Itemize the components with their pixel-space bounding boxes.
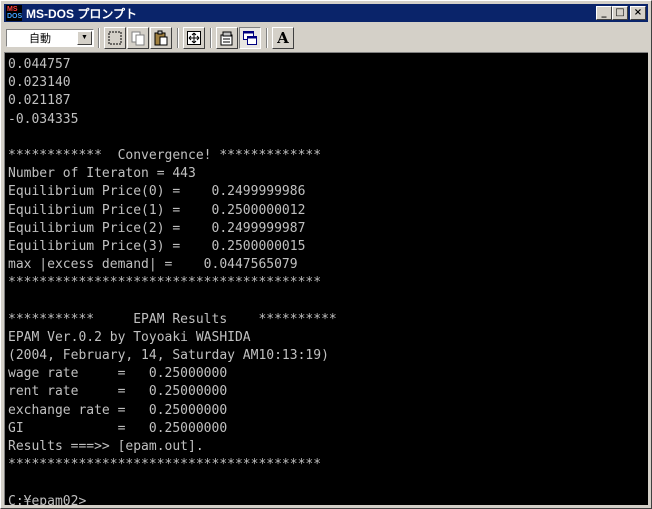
console-line: Equilibrium Price(0) = 0.2499999986 (8, 184, 306, 200)
console-lines: 0.044757 0.023140 0.021187 -0.034335 *******… (8, 56, 337, 505)
properties-button[interactable] (216, 27, 238, 49)
console-line: Results ===>> [epam.out]. (8, 438, 204, 454)
console-line: Equilibrium Price(3) = 0.2500000015 (8, 238, 306, 254)
title-buttons: _ □ × (596, 6, 646, 20)
console-line: Number of Iteraton = 443 (8, 166, 196, 182)
console-line: EPAM Ver.0.2 by Toyoaki WASHIDA (8, 329, 251, 345)
console-line: ************ Convergence! ************* (8, 147, 322, 163)
font-icon: A (277, 29, 289, 47)
console-line: max |excess demand| = 0.0447565079 (8, 257, 298, 273)
console-line: rent rate = 0.25000000 (8, 384, 228, 400)
console-line: **************************************** (8, 457, 322, 473)
copy-icon (131, 31, 145, 46)
msdos-window: MS DOS MS-DOS プロンプト _ □ × 自動 ▼ A 0.04475… (0, 0, 652, 509)
msdos-app-icon[interactable]: MS DOS (6, 5, 22, 21)
toolbar-separator (98, 28, 100, 48)
console-line: Equilibrium Price(1) = 0.2500000012 (8, 202, 306, 218)
chevron-down-icon[interactable]: ▼ (77, 31, 92, 45)
mark-icon (108, 31, 122, 45)
paste-button[interactable] (150, 27, 172, 49)
properties-icon (220, 31, 233, 46)
copy-button[interactable] (127, 27, 149, 49)
console-line: Equilibrium Price(2) = 0.2499999987 (8, 220, 306, 236)
maximize-button[interactable]: □ (612, 6, 628, 20)
font-size-value: 自動 (29, 32, 51, 45)
console-line: **************************************** (8, 275, 322, 291)
console-line: (2004, February, 14, Saturday AM10:13:19… (8, 348, 329, 363)
console-line: 0.021187 (8, 93, 71, 109)
console-line: GI = 0.25000000 (8, 420, 228, 436)
console-line: wage rate = 0.25000000 (8, 366, 228, 382)
font-size-select[interactable]: 自動 ▼ (6, 29, 94, 47)
fullscreen-button[interactable] (183, 27, 205, 49)
console-line: -0.034335 (8, 111, 79, 127)
paste-icon (154, 30, 168, 46)
background-button[interactable] (239, 27, 261, 49)
title-bar[interactable]: MS DOS MS-DOS プロンプト _ □ × (4, 4, 648, 22)
toolbar-separator (177, 28, 179, 48)
console-line: exchange rate = 0.25000000 (8, 402, 228, 418)
console-line: 0.044757 (8, 57, 71, 72)
console-line: *********** EPAM Results ********** (8, 311, 337, 327)
minimize-button[interactable]: _ (596, 6, 612, 20)
console-line: C:¥epam02> (8, 493, 87, 506)
fullscreen-icon (187, 31, 201, 45)
toolbar: 自動 ▼ A (4, 25, 648, 51)
font-button[interactable]: A (272, 27, 294, 49)
mark-button[interactable] (104, 27, 126, 49)
console-output[interactable]: 0.044757 0.023140 0.021187 -0.034335 *******… (4, 52, 648, 505)
close-button[interactable]: × (630, 6, 646, 20)
window-title: MS-DOS プロンプト (26, 6, 137, 21)
toolbar-separator (266, 28, 268, 48)
background-icon (243, 31, 257, 45)
toolbar-separator (210, 28, 212, 48)
console-line: 0.023140 (8, 75, 71, 91)
